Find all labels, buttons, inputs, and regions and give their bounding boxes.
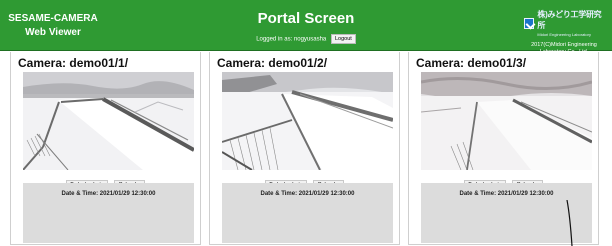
capture-datetime: Date & Time: 2021/01/29 12:30:00 (459, 191, 554, 197)
cursor-line (566, 200, 573, 246)
capture-datetime: Date & Time: 2021/01/29 12:30:00 (61, 191, 156, 197)
company-logo: 株)みどり工学研究所 Midori Engineering Laboratory (524, 9, 604, 37)
copyright-line-1: 2017(C)Midori Engineering (531, 42, 597, 48)
logo-subtext: Midori Engineering Laboratory (537, 32, 591, 37)
login-text: Logged in as: nogyusasha (256, 36, 327, 43)
camera-panel: Camera: demo01/1/ Date & Time: 2021/01/2… (10, 52, 201, 245)
camera-image[interactable] (222, 72, 393, 170)
login-status: Logged in as: nogyusasha Logout (0, 34, 612, 44)
company-block: 株)みどり工学研究所 Midori Engineering Laboratory… (524, 9, 604, 56)
camera-info: Date & Time: 2021/01/29 12:30:00 (23, 183, 194, 243)
capture-datetime: Date & Time: 2021/01/29 12:30:00 (260, 191, 355, 197)
camera-title: Camera: demo01/1/ (18, 56, 129, 70)
camera-image[interactable] (23, 72, 194, 170)
camera-panels: Camera: demo01/1/ Date & Time: 2021/01/2… (10, 52, 602, 245)
camera-image[interactable] (421, 72, 592, 170)
camera-info: Date & Time: 2021/01/29 12:30:00 (222, 183, 393, 243)
camera-panel: Camera: demo01/2/ Today' (209, 52, 400, 245)
logo-icon (524, 17, 535, 29)
app-header: SESAME-CAMERA Web Viewer Portal Screen L… (0, 0, 612, 55)
logo-text: 株)みどり工学研究所 (537, 10, 602, 30)
camera-title: Camera: demo01/3/ (416, 56, 527, 70)
camera-title: Camera: demo01/2/ (217, 56, 328, 70)
logout-button[interactable]: Logout (330, 34, 356, 44)
page-title: Portal Screen (257, 10, 355, 27)
